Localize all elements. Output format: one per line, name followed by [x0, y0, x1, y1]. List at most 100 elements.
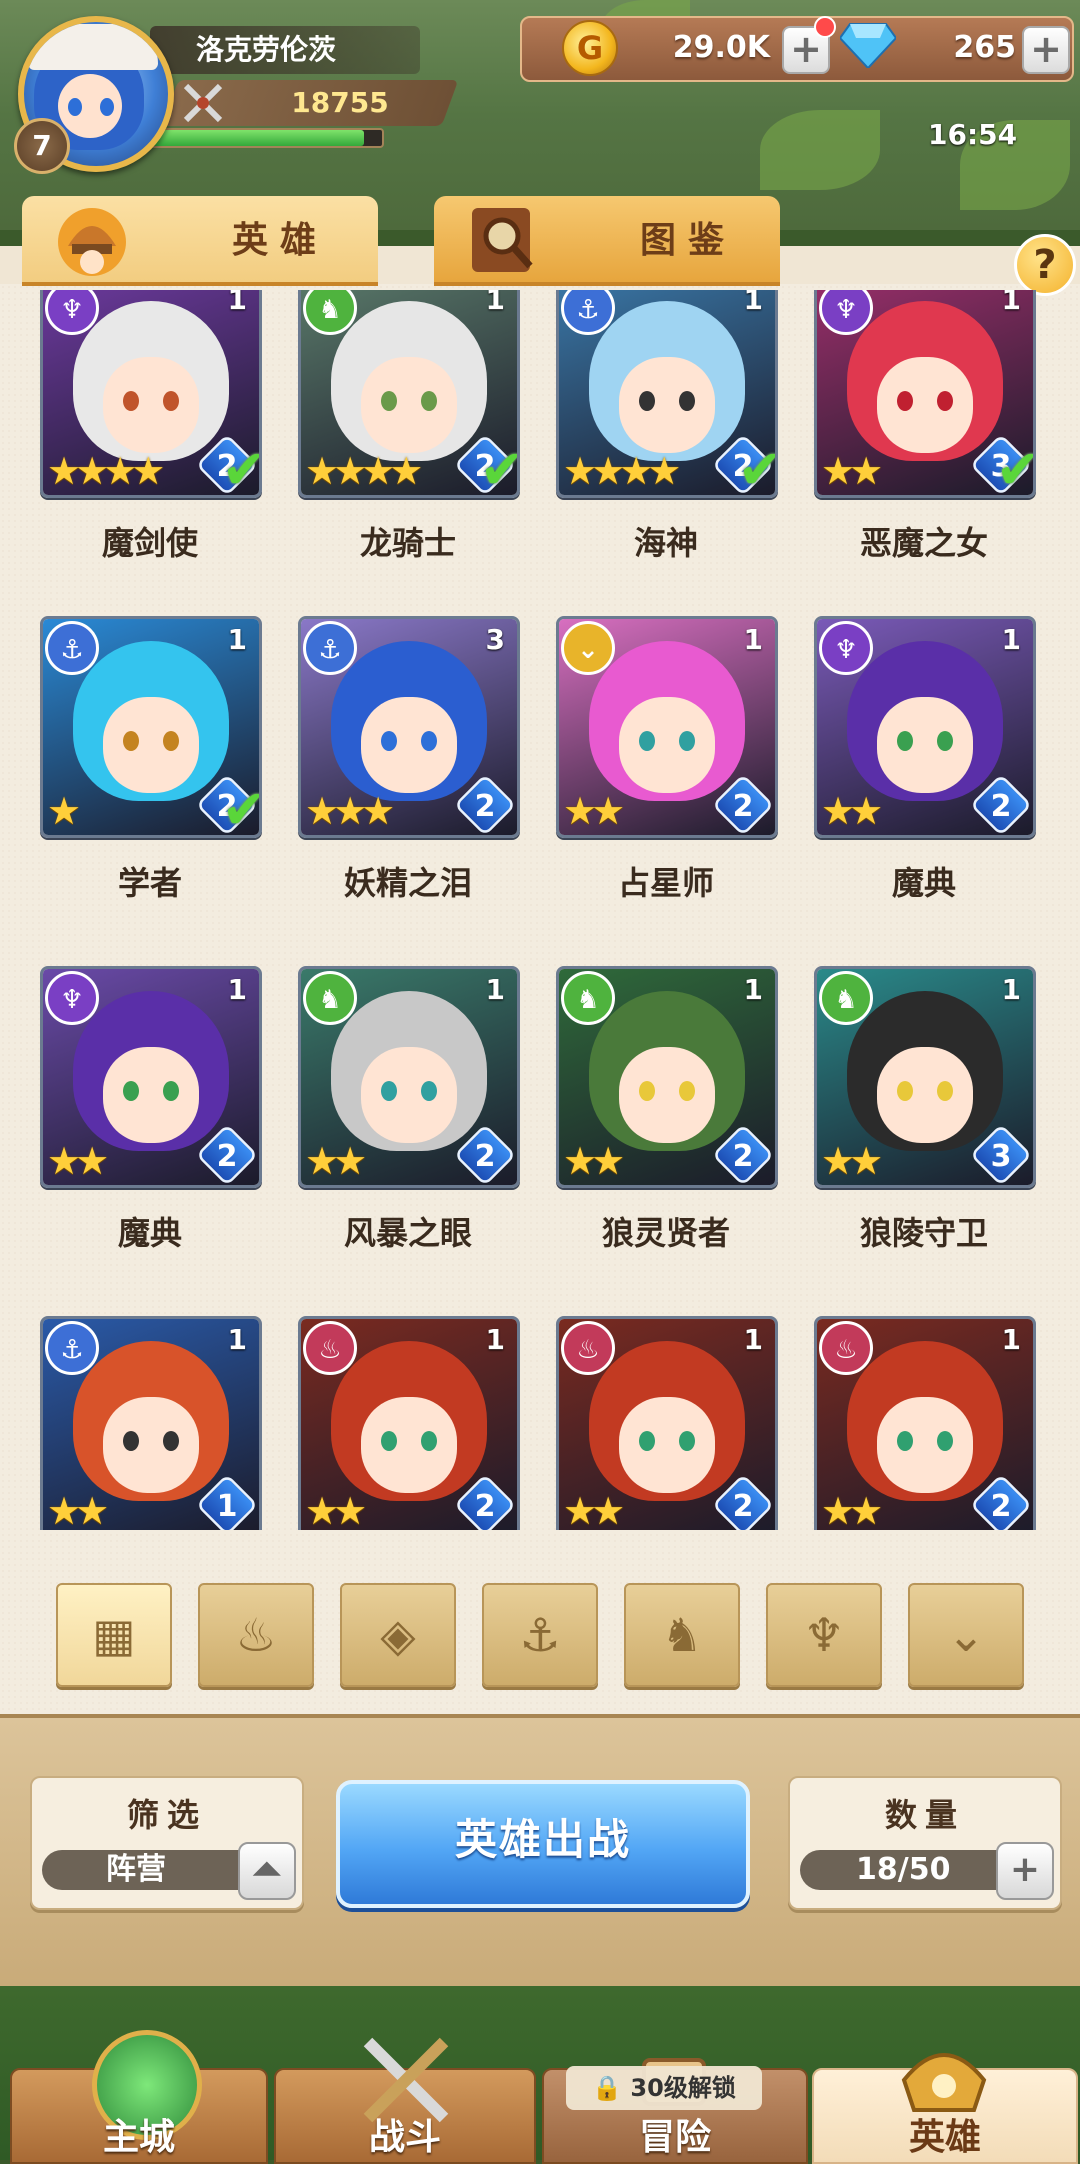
hero-count: 1 [1001, 623, 1021, 656]
tab-heroes[interactable]: 英雄 [22, 196, 378, 286]
expand-capacity-button[interactable]: + [996, 1842, 1054, 1900]
hero-portrait[interactable]: ♞ 1 ★★ 2 [556, 966, 778, 1188]
notification-dot [814, 16, 836, 38]
hero-portrait[interactable]: ♆ 1 ★★ 2 [814, 616, 1036, 838]
hero-rank: 2 [216, 1139, 238, 1174]
hero-portrait[interactable]: ♆1★★3✔ [814, 290, 1036, 498]
hero-card[interactable]: ⚓1★2✔ 学者 [40, 616, 262, 904]
hero-rank: 2 [732, 789, 754, 824]
hero-card[interactable]: ♆ 1 ★★ 2 魔典 [814, 616, 1036, 904]
add-gems-button[interactable]: + [1022, 26, 1070, 74]
hero-name: 学者 [117, 864, 182, 902]
hero-portrait[interactable]: ♞ 1 ★★ 3 [814, 966, 1036, 1188]
hero-count: 1 [1001, 973, 1021, 1006]
player-level-badge: 7 [14, 118, 70, 174]
gold-amount: 29.0K [672, 30, 770, 65]
hero-portrait[interactable]: ♨ 1 ★★ 2 [556, 1316, 778, 1530]
anchor-faction-icon: ⚓ [45, 621, 99, 675]
filter-box: 筛选 阵营 ⏶ [30, 1776, 304, 1910]
gold-coin-icon: G [562, 20, 618, 76]
hero-card[interactable]: ⚓ 3 ★★★ 2 妖精之泪 [298, 616, 520, 904]
faction-filter-diamond-faction[interactable]: ◈ [340, 1583, 456, 1687]
hero-portrait[interactable]: ♨ 1 ★★ 2 [298, 1316, 520, 1530]
hero-card[interactable]: ♨ 1 ★★ 2 [814, 1316, 1036, 1530]
hero-portrait[interactable]: ♞ 1 ★★ 2 [298, 966, 520, 1188]
hero-stars: ★★ [563, 1489, 625, 1530]
hero-count: 1 [743, 973, 763, 1006]
hero-portrait[interactable]: ♆ 1 ★★ 2 [40, 966, 262, 1188]
faction-filter-demon-faction[interactable]: ♆ [766, 1583, 882, 1687]
crossed-swords-icon [183, 83, 223, 123]
hero-card[interactable]: ♆1★★★★2✔ 魔剑使 [40, 290, 262, 564]
tab-codex-label: 图鉴 [640, 220, 737, 261]
hero-count: 1 [743, 290, 763, 316]
hero-stars: ★★ [821, 1139, 883, 1183]
combat-power: 18755 [291, 86, 389, 119]
hero-count: 1 [1001, 1323, 1021, 1356]
flame-faction-icon: ♨ [819, 1321, 873, 1375]
faction-filter-grid[interactable]: ▦ [56, 1583, 172, 1687]
hero-count: 1 [485, 290, 505, 316]
faction-filter-dragon-faction[interactable]: ♞ [624, 1583, 740, 1687]
hero-card[interactable]: ♞1★★★★2✔龙骑士 [298, 290, 520, 564]
hero-card[interactable]: ♞ 1 ★★ 2 风暴之眼 [298, 966, 520, 1254]
hero-card[interactable]: ♆ 1 ★★ 2 魔典 [40, 966, 262, 1254]
hero-card[interactable]: ⚓1★★★★2✔海神 [556, 290, 778, 564]
checkmark-icon: ✔ [738, 438, 775, 495]
demon-faction-icon: ♆ [45, 971, 99, 1025]
knight-helmet-icon [58, 208, 126, 276]
magnifier-book-icon [472, 208, 533, 272]
nav-battle[interactable]: 战斗 [274, 2037, 536, 2164]
hero-portrait[interactable]: ♆1★★★★2✔ [40, 290, 262, 498]
hero-portrait[interactable]: ⚓1★★★★2✔ [556, 290, 778, 498]
faction-filter-anchor-faction[interactable]: ⚓ [482, 1583, 598, 1687]
filter-title: 筛选 [126, 1796, 207, 1834]
hero-count: 1 [227, 1323, 247, 1356]
nav-battle-label: 战斗 [368, 2117, 441, 2158]
hero-rank: 2 [474, 1489, 496, 1524]
capacity-title: 数量 [884, 1796, 965, 1834]
nav-main-city[interactable]: 主城 [10, 2030, 268, 2164]
hero-card[interactable]: ♞ 1 ★★ 2 狼灵贤者 [556, 966, 778, 1254]
hero-name: 魔剑使 [101, 524, 198, 562]
nav-heroes[interactable]: 英雄 [812, 2053, 1078, 2164]
adventure-lock-tag: 🔒 30级解锁 [566, 2066, 762, 2110]
hero-name: 狼灵贤者 [601, 1214, 730, 1252]
hero-stars: ★★★★ [47, 449, 165, 493]
hero-stars: ★★ [821, 449, 883, 493]
checkmark-icon: ✔ [480, 438, 517, 495]
hero-stars: ★★ [305, 1489, 367, 1530]
hero-stars: ★★ [821, 789, 883, 833]
hero-card[interactable]: ♨ 1 ★★ 2 [298, 1316, 520, 1530]
hero-stars: ★ [47, 789, 81, 833]
hero-card[interactable]: ♨ 1 ★★ 2 [556, 1316, 778, 1530]
exp-bar [150, 128, 384, 148]
filter-toggle-button[interactable]: ⏶ [238, 1842, 296, 1900]
tab-codex[interactable]: 图鉴 [434, 196, 780, 286]
hero-card[interactable]: ♆1★★3✔恶魔之女 [814, 290, 1036, 564]
hero-name: 魔典 [891, 864, 956, 902]
help-button[interactable]: ? [1014, 234, 1076, 296]
hero-name: 风暴之眼 [343, 1214, 472, 1252]
faction-filter-flame-faction[interactable]: ♨ [198, 1583, 314, 1687]
faction-filter-bar: ▦ ♨ ◈ ⚓ ♞ ♆ ⌄ [0, 1565, 1080, 1687]
hero-stars: ★★ [563, 1139, 625, 1183]
hero-portrait[interactable]: ♞1★★★★2✔ [298, 290, 520, 498]
hero-card[interactable]: ⌄ 1 ★★ 2 占星师 [556, 616, 778, 904]
hero-card[interactable]: ♞ 1 ★★ 3 狼陵守卫 [814, 966, 1036, 1254]
faction-filter-star-faction[interactable]: ⌄ [908, 1583, 1024, 1687]
diamond-gem-icon [840, 23, 896, 68]
deploy-heroes-button[interactable]: 英雄出战 [336, 1780, 750, 1908]
hero-portrait[interactable]: ⚓ 1 ★★ 1 [40, 1316, 262, 1530]
diamond-faction-icon: ◈ [380, 1608, 416, 1662]
hero-count: 1 [227, 973, 247, 1006]
hero-portrait[interactable]: ⚓ 3 ★★★ 2 [298, 616, 520, 838]
hero-stars: ★★ [47, 1489, 109, 1530]
hero-name: 占星师 [617, 864, 714, 902]
hero-count: 1 [743, 623, 763, 656]
hero-card[interactable]: ⚓ 1 ★★ 1 [40, 1316, 262, 1530]
hero-portrait[interactable]: ⌄ 1 ★★ 2 [556, 616, 778, 838]
hero-portrait[interactable]: ♨ 1 ★★ 2 [814, 1316, 1036, 1530]
dragon-faction-icon: ♞ [303, 971, 357, 1025]
hero-portrait[interactable]: ⚓1★2✔ [40, 616, 262, 838]
